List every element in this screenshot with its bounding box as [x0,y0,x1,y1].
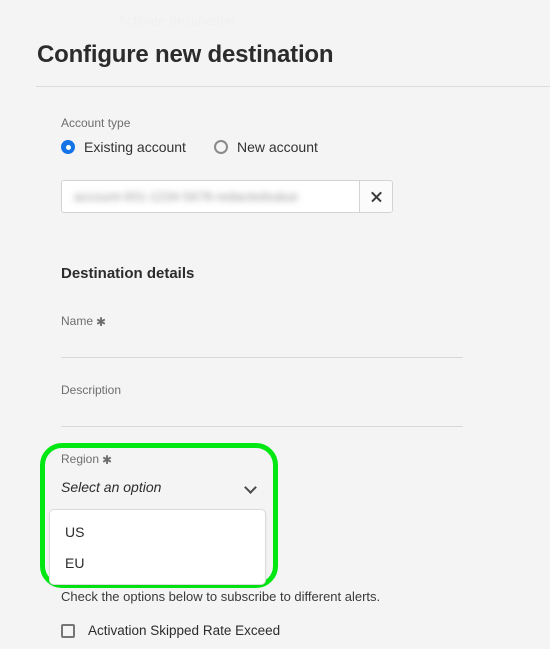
region-label: Region ✱ [61,452,113,467]
region-option-us[interactable]: US [50,516,265,547]
page-title: Configure new destination [37,41,334,68]
header-divider [36,86,550,87]
radio-selected-icon[interactable] [61,140,75,154]
region-select-placeholder: Select an option [61,479,162,495]
account-input-value: account-001-1234-5678-redactedvalue [74,189,299,204]
name-field-group: Name ✱ [61,314,463,358]
description-field-label: Description [61,383,122,397]
radio-option-new-account[interactable]: New account [213,139,318,155]
region-option-eu[interactable]: EU [50,547,265,578]
account-type-label: Account type [61,116,131,130]
required-asterisk-icon: ✱ [96,315,107,329]
name-input[interactable] [61,328,463,358]
account-type-radio-group[interactable]: Existing account New account [61,139,318,155]
region-label-text: Region [61,452,100,466]
radio-unselected-icon[interactable] [213,140,228,154]
name-field-label-text: Name [61,314,94,328]
account-selector[interactable]: account-001-1234-5678-redactedvalue [61,180,393,213]
radio-option-new-account-label: New account [236,139,318,155]
radio-option-existing-account-label: Existing account [84,139,186,155]
alerts-hint-text: Check the options below to subscribe to … [61,589,381,604]
region-options-menu[interactable]: US EU [49,509,266,585]
checkbox-activation-skipped-rate-exceed-label: Activation Skipped Rate Exceed [88,623,281,638]
description-input[interactable] [61,397,463,427]
account-input[interactable]: account-001-1234-5678-redactedvalue [61,180,359,213]
destination-details-heading: Destination details [61,265,195,282]
ghost-breadcrumb: Activate destination [118,13,235,28]
chevron-down-icon[interactable] [245,482,256,493]
description-field-group: Description [61,383,463,427]
name-field-label: Name ✱ [61,314,463,329]
account-clear-button[interactable] [359,180,393,213]
close-icon [370,190,383,203]
checkbox-activation-skipped-rate-exceed[interactable]: Activation Skipped Rate Exceed [61,623,280,638]
region-select-trigger[interactable]: Select an option [61,474,259,500]
radio-option-existing-account[interactable]: Existing account [61,139,186,155]
required-asterisk-icon: ✱ [102,453,113,467]
checkbox-unchecked-icon[interactable] [61,623,75,638]
